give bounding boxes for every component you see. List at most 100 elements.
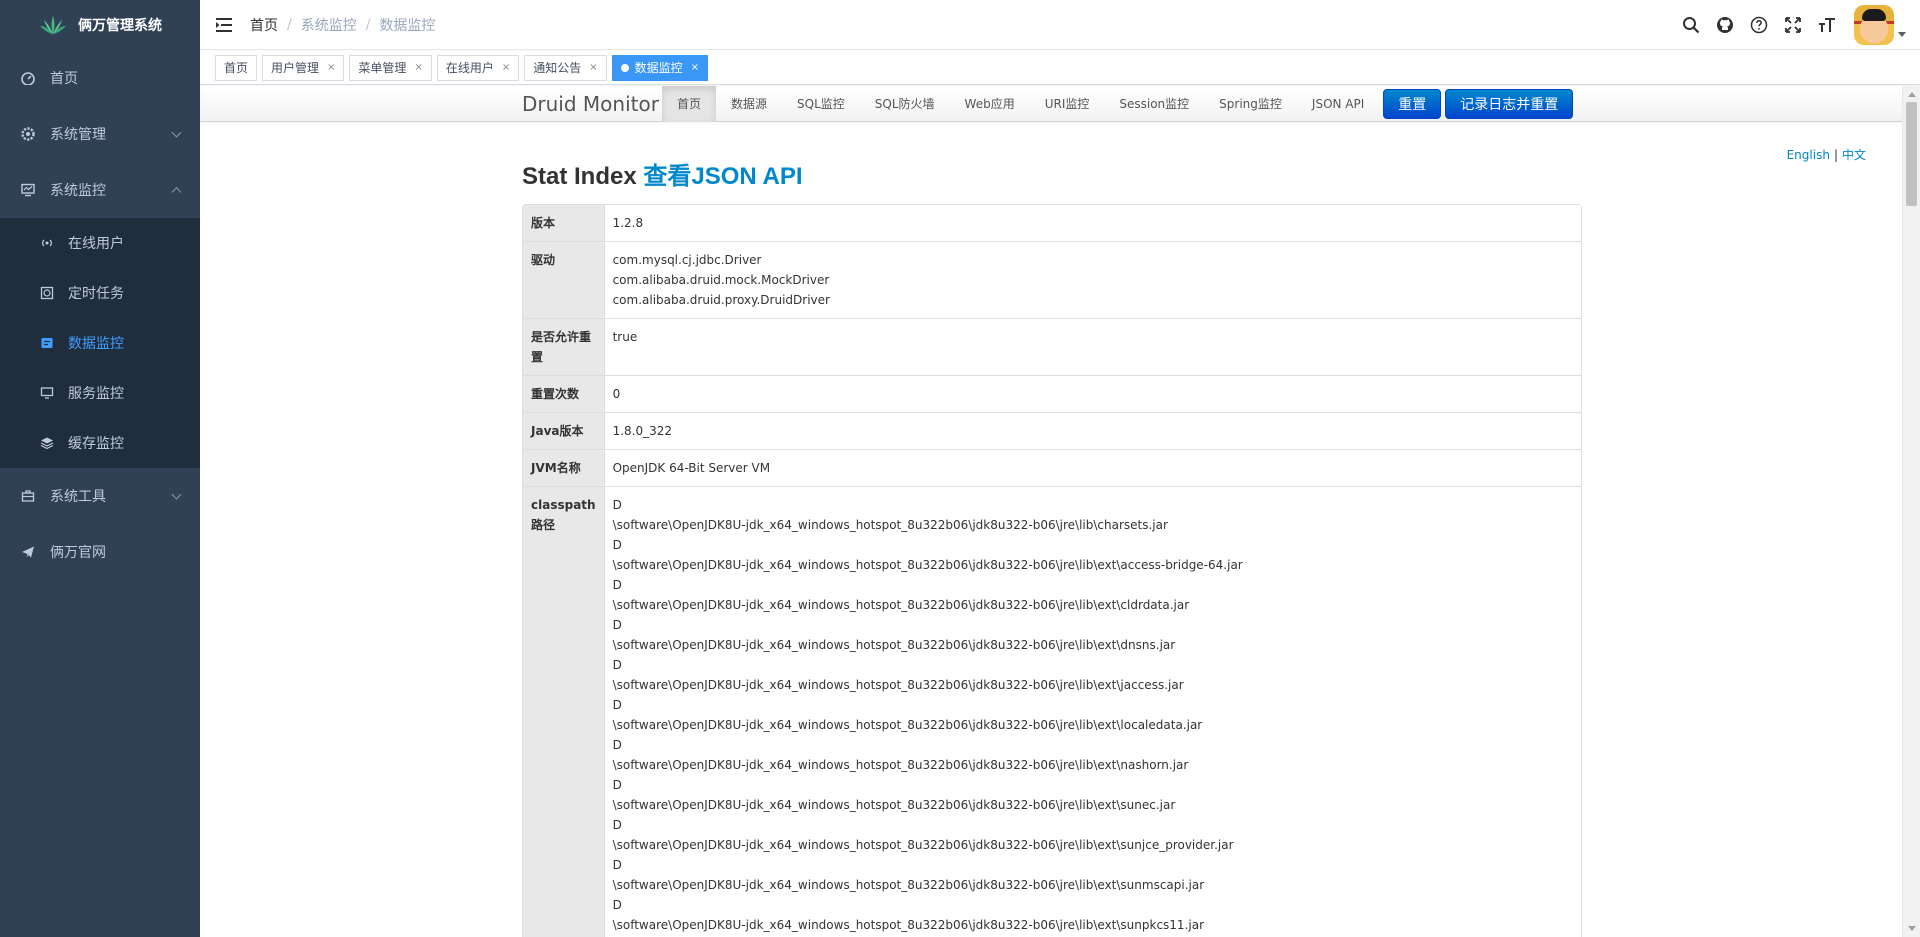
logo-title: 俩万管理系统 xyxy=(78,18,162,34)
sidebar-item-jobs[interactable]: 定时任务 xyxy=(0,268,200,318)
menu-item-system[interactable]: 系统管理 xyxy=(0,106,200,162)
breadcrumb-separator: / xyxy=(287,16,292,33)
tag-menu-management[interactable]: 菜单管理 × xyxy=(349,54,432,81)
scroll-up-icon[interactable] xyxy=(1908,92,1916,97)
druid-nav-webapp[interactable]: Web应用 xyxy=(950,86,1030,122)
menu-item-home[interactable]: 首页 xyxy=(0,50,200,106)
fullscreen-button[interactable] xyxy=(1776,0,1810,50)
druid-nav-uri[interactable]: URI监控 xyxy=(1030,86,1105,122)
menu-item-website[interactable]: 俩万官网 xyxy=(0,524,200,580)
value-line: D xyxy=(612,618,622,632)
tag-user-management[interactable]: 用户管理 × xyxy=(262,54,345,81)
hamburger-button[interactable] xyxy=(200,0,250,50)
menu-label: 俩万官网 xyxy=(50,545,106,561)
lang-separator: | xyxy=(1833,148,1838,162)
value-line: \software\OpenJDK8U-jdk_x64_windows_hots… xyxy=(612,678,1184,692)
vertical-scrollbar[interactable] xyxy=(1902,86,1920,937)
gear-icon xyxy=(20,126,36,142)
value-line: D xyxy=(612,898,622,912)
monitor-icon xyxy=(20,182,36,198)
druid-nav-json-api[interactable]: JSON API xyxy=(1297,86,1379,122)
chevron-down-icon xyxy=(171,489,182,500)
table-row: 重置次数 0 xyxy=(523,375,1581,412)
druid-nav-home[interactable]: 首页 xyxy=(662,86,717,122)
help-button[interactable] xyxy=(1742,0,1776,50)
value-line: \software\OpenJDK8U-jdk_x64_windows_hots… xyxy=(612,838,1234,852)
row-key: 驱动 xyxy=(523,241,605,318)
druid-icon xyxy=(40,336,54,350)
menu-label: 系统工具 xyxy=(50,489,106,505)
row-value: 1.2.8 xyxy=(604,205,1581,241)
logo[interactable]: 俩万管理系统 xyxy=(0,0,200,50)
value-line: \software\OpenJDK8U-jdk_x64_windows_hots… xyxy=(612,558,1243,572)
table-row: 驱动 com.mysql.cj.jdbc.Driver com.alibaba.dr… xyxy=(523,241,1581,318)
tag-druid[interactable]: 数据监控 × xyxy=(611,54,709,81)
close-icon[interactable]: × xyxy=(414,62,422,73)
size-select-button[interactable] xyxy=(1810,0,1844,50)
value-line: D xyxy=(612,778,622,792)
table-row: classpath路径 D \software\OpenJDK8U-jdk_x64_… xyxy=(523,486,1581,937)
close-icon[interactable]: × xyxy=(589,62,597,73)
search-button[interactable] xyxy=(1674,0,1708,50)
value-line: D xyxy=(612,738,622,752)
value-line: 1.2.8 xyxy=(612,216,644,230)
view-json-api-link[interactable]: 查看JSON API xyxy=(643,163,802,190)
tag-label: 通知公告 xyxy=(533,61,582,75)
value-line: D xyxy=(612,658,622,672)
fullscreen-icon xyxy=(1785,17,1801,33)
value-line: \software\OpenJDK8U-jdk_x64_windows_hots… xyxy=(612,718,1203,732)
breadcrumb-item-home[interactable]: 首页 xyxy=(250,15,278,35)
user-dropdown[interactable] xyxy=(1854,5,1906,45)
table-row: 是否允许重置 true xyxy=(523,318,1581,375)
active-dot-icon xyxy=(620,63,629,72)
avatar xyxy=(1854,5,1894,45)
row-key: classpath路径 xyxy=(523,486,605,937)
lang-chinese-link[interactable]: 中文 xyxy=(1842,148,1866,162)
row-key: 是否允许重置 xyxy=(523,318,605,375)
chevron-down-icon xyxy=(171,127,182,138)
menu-item-tools[interactable]: 系统工具 xyxy=(0,468,200,524)
value-line: \software\OpenJDK8U-jdk_x64_windows_hots… xyxy=(612,758,1189,772)
value-line: 0 xyxy=(612,387,621,401)
tag-notice[interactable]: 通知公告 × xyxy=(524,54,607,81)
druid-nav-sql[interactable]: SQL监控 xyxy=(782,86,860,122)
value-line: \software\OpenJDK8U-jdk_x64_windows_hots… xyxy=(612,518,1168,532)
sidebar-item-server[interactable]: 服务监控 xyxy=(0,368,200,418)
scroll-down-icon[interactable] xyxy=(1908,926,1916,931)
table-row: 版本 1.2.8 xyxy=(523,205,1581,241)
tag-label: 首页 xyxy=(224,61,249,75)
tag-online-users[interactable]: 在线用户 × xyxy=(436,54,520,81)
druid-nav-session[interactable]: Session监控 xyxy=(1104,86,1204,122)
druid-nav-datasource[interactable]: 数据源 xyxy=(716,86,782,122)
log-and-reset-button[interactable]: 记录日志并重置 xyxy=(1445,89,1574,119)
row-key: Java版本 xyxy=(523,412,605,449)
sidebar-item-druid[interactable]: 数据监控 xyxy=(0,318,200,368)
sidebar-item-cache[interactable]: 缓存监控 xyxy=(0,418,200,468)
breadcrumb-separator: / xyxy=(365,16,371,33)
close-icon[interactable]: × xyxy=(327,62,335,73)
sub-label: 缓存监控 xyxy=(68,436,124,452)
value-line: \software\OpenJDK8U-jdk_x64_windows_hots… xyxy=(612,798,1176,812)
druid-brand[interactable]: Druid Monitor xyxy=(522,86,659,122)
github-icon xyxy=(1717,17,1733,33)
value-line: \software\OpenJDK8U-jdk_x64_windows_hots… xyxy=(612,638,1176,652)
sidebar-item-online-users[interactable]: 在线用户 xyxy=(0,218,200,268)
online-icon xyxy=(40,236,54,250)
stat-index-table: 版本 1.2.8 驱动 com.mysql.cj.jdbc.Driver com.ali… xyxy=(522,204,1582,937)
druid-nav-wall[interactable]: SQL防火墙 xyxy=(860,86,950,122)
tag-home[interactable]: 首页 xyxy=(215,54,258,81)
toolbox-icon xyxy=(20,488,36,504)
reset-button[interactable]: 重置 xyxy=(1383,89,1442,119)
close-icon[interactable]: × xyxy=(502,62,510,73)
menu-item-monitor[interactable]: 系统监控 xyxy=(0,162,200,218)
sub-label: 服务监控 xyxy=(68,386,124,402)
value-line: D xyxy=(612,858,622,872)
question-icon xyxy=(1750,16,1768,34)
github-button[interactable] xyxy=(1708,0,1742,50)
close-icon[interactable]: × xyxy=(691,62,699,73)
druid-navbar: Druid Monitor 首页 数据源 SQL监控 SQL防火墙 Web应用 … xyxy=(200,86,1902,122)
druid-nav-items: 首页 数据源 SQL监控 SQL防火墙 Web应用 URI监控 Session监… xyxy=(662,86,1574,122)
scrollbar-thumb[interactable] xyxy=(1906,102,1917,206)
druid-nav-spring[interactable]: Spring监控 xyxy=(1204,86,1297,122)
lang-english-link[interactable]: English xyxy=(1787,148,1830,162)
